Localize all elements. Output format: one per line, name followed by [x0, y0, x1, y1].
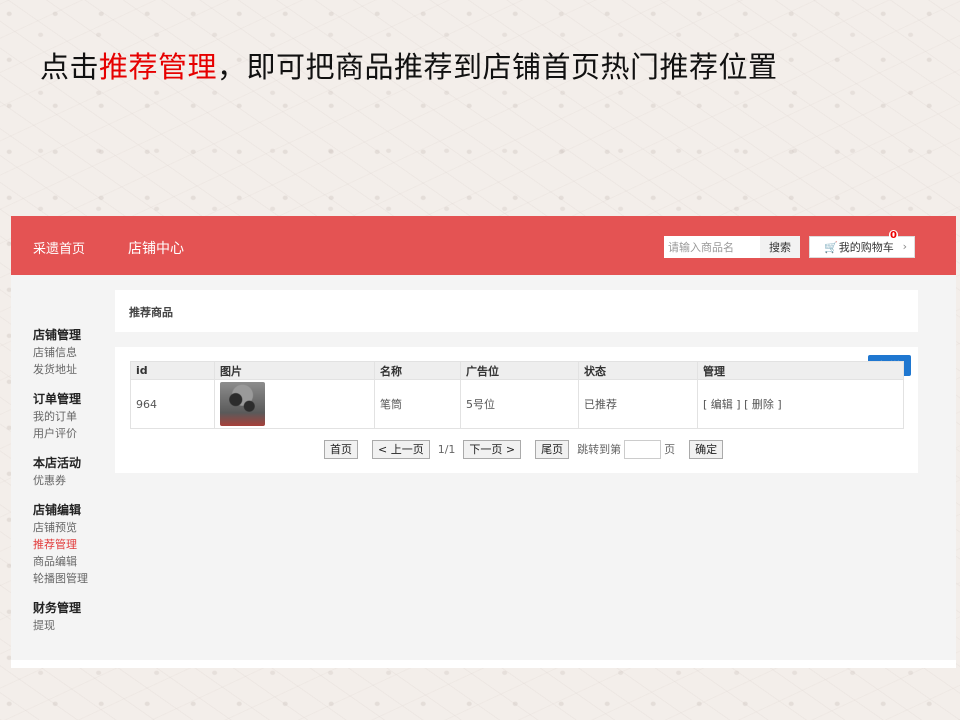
cart-label: 我的购物车: [838, 241, 894, 254]
home-link[interactable]: 采遗首页: [33, 238, 85, 257]
sidebar-group: 本店活动 优惠券: [33, 454, 113, 489]
sidebar-group-title: 本店活动: [33, 456, 82, 470]
search-button[interactable]: 搜索: [760, 236, 800, 258]
sidebar-group: 店铺管理店铺信息 发货地址: [33, 326, 113, 378]
row-name: 笔筒: [374, 379, 461, 429]
cart-button[interactable]: 🛒 我的购物车 ›: [809, 236, 915, 258]
sidebar-group-title: 订单管理: [33, 392, 82, 406]
sidebar-group-title: 财务管理: [33, 601, 82, 615]
sidebar-item[interactable]: 轮播图管理: [33, 570, 113, 587]
jump-page-input[interactable]: [624, 439, 662, 459]
sidebar-item[interactable]: 用户评价: [33, 425, 113, 442]
slide-title-highlight: 推荐管理: [99, 50, 218, 84]
recommend-list-panel: 新增 id 图片 名称 广告位 状态 管理 964 笔筒 5号位 已推荐: [115, 347, 918, 473]
sidebar-item[interactable]: 店铺预览: [33, 519, 113, 536]
sidebar-nav: 店铺管理店铺信息 发货地址订单管理我的订单 用户评价本店活动优惠券店铺编辑店铺预览推…: [33, 326, 113, 646]
cart-icon: 🛒: [824, 240, 838, 254]
page-indicator: 1/1: [437, 442, 456, 456]
sidebar-group: 订单管理我的订单 用户评价: [33, 390, 113, 442]
page-unit-label: 页: [664, 443, 676, 456]
breadcrumb-panel: 推荐商品: [115, 290, 918, 332]
col-slot-header: 广告位: [460, 361, 579, 380]
sidebar-item[interactable]: 提现: [33, 617, 113, 634]
slide-title: 点击推荐管理，即可把商品推荐到店铺首页热门推荐位置: [40, 44, 778, 86]
store-center-title[interactable]: 店铺中心: [128, 238, 184, 258]
delete-link[interactable]: [ 删除 ]: [744, 398, 782, 411]
row-id: 964: [130, 379, 215, 429]
row-image-cell: [214, 379, 375, 429]
last-page-button[interactable]: 尾页: [535, 439, 570, 459]
slide-title-prefix: 点击: [40, 50, 100, 84]
row-status: 已推荐: [578, 379, 698, 429]
confirm-jump-button[interactable]: 确定: [689, 439, 724, 459]
table-row: 964 笔筒 5号位 已推荐 [ 编辑 ] [ 删除 ]: [130, 379, 904, 429]
col-id-header: id: [130, 361, 215, 380]
col-manage-header: 管理: [697, 361, 904, 380]
pagination: 首页 < 上一页 1/1 下一页 > 尾页 跳转到第 页 确定: [324, 439, 724, 459]
col-status-header: 状态: [578, 361, 698, 380]
sidebar-item[interactable]: 优惠券: [33, 472, 113, 489]
col-image-header: 图片: [214, 361, 375, 380]
sidebar-item[interactable]: 推荐管理: [33, 536, 113, 553]
slide-title-suffix: ，即可把商品推荐到店铺首页热门推荐位置: [217, 50, 778, 84]
recommend-table: id 图片 名称 广告位 状态 管理 964 笔筒 5号位 已推荐 [ 编辑 ]: [130, 361, 904, 429]
first-page-button[interactable]: 首页: [324, 439, 358, 459]
chevron-right-icon: ›: [902, 240, 907, 253]
edit-link[interactable]: [ 编辑 ]: [703, 398, 741, 411]
jump-label: 跳转到第: [577, 443, 622, 456]
row-manage: [ 编辑 ] [ 删除 ]: [697, 379, 904, 429]
sidebar-group-title: 店铺管理: [33, 328, 82, 342]
row-slot: 5号位: [460, 379, 579, 429]
col-name-header: 名称: [374, 361, 461, 380]
sidebar-group-title: 店铺编辑: [33, 503, 82, 517]
prev-page-button[interactable]: < 上一页: [372, 439, 430, 459]
breadcrumb: 推荐商品: [129, 306, 173, 319]
cart-count-badge: 0: [889, 230, 898, 241]
sidebar-item[interactable]: 商品编辑: [33, 553, 113, 570]
sidebar-group: 店铺编辑店铺预览 推荐管理 商品编辑 轮播图管理: [33, 501, 113, 587]
top-navbar: 采遗首页 店铺中心 搜索 🛒 我的购物车 › 0: [11, 216, 956, 275]
screenshot-bottom-edge: [11, 660, 956, 668]
sidebar-item[interactable]: 发货地址: [33, 361, 113, 378]
next-page-button[interactable]: 下一页 >: [463, 439, 522, 459]
product-thumbnail[interactable]: [220, 382, 265, 426]
search-input[interactable]: [664, 236, 760, 258]
sidebar-group: 财务管理 提现: [33, 599, 113, 634]
table-header-row: id 图片 名称 广告位 状态 管理: [130, 361, 904, 380]
store-admin-screenshot: 采遗首页 店铺中心 搜索 🛒 我的购物车 › 0 店铺管理店铺信息发货地址订单管…: [11, 216, 956, 668]
sidebar-item[interactable]: 店铺信息: [33, 344, 113, 361]
sidebar-item[interactable]: 我的订单: [33, 408, 113, 425]
